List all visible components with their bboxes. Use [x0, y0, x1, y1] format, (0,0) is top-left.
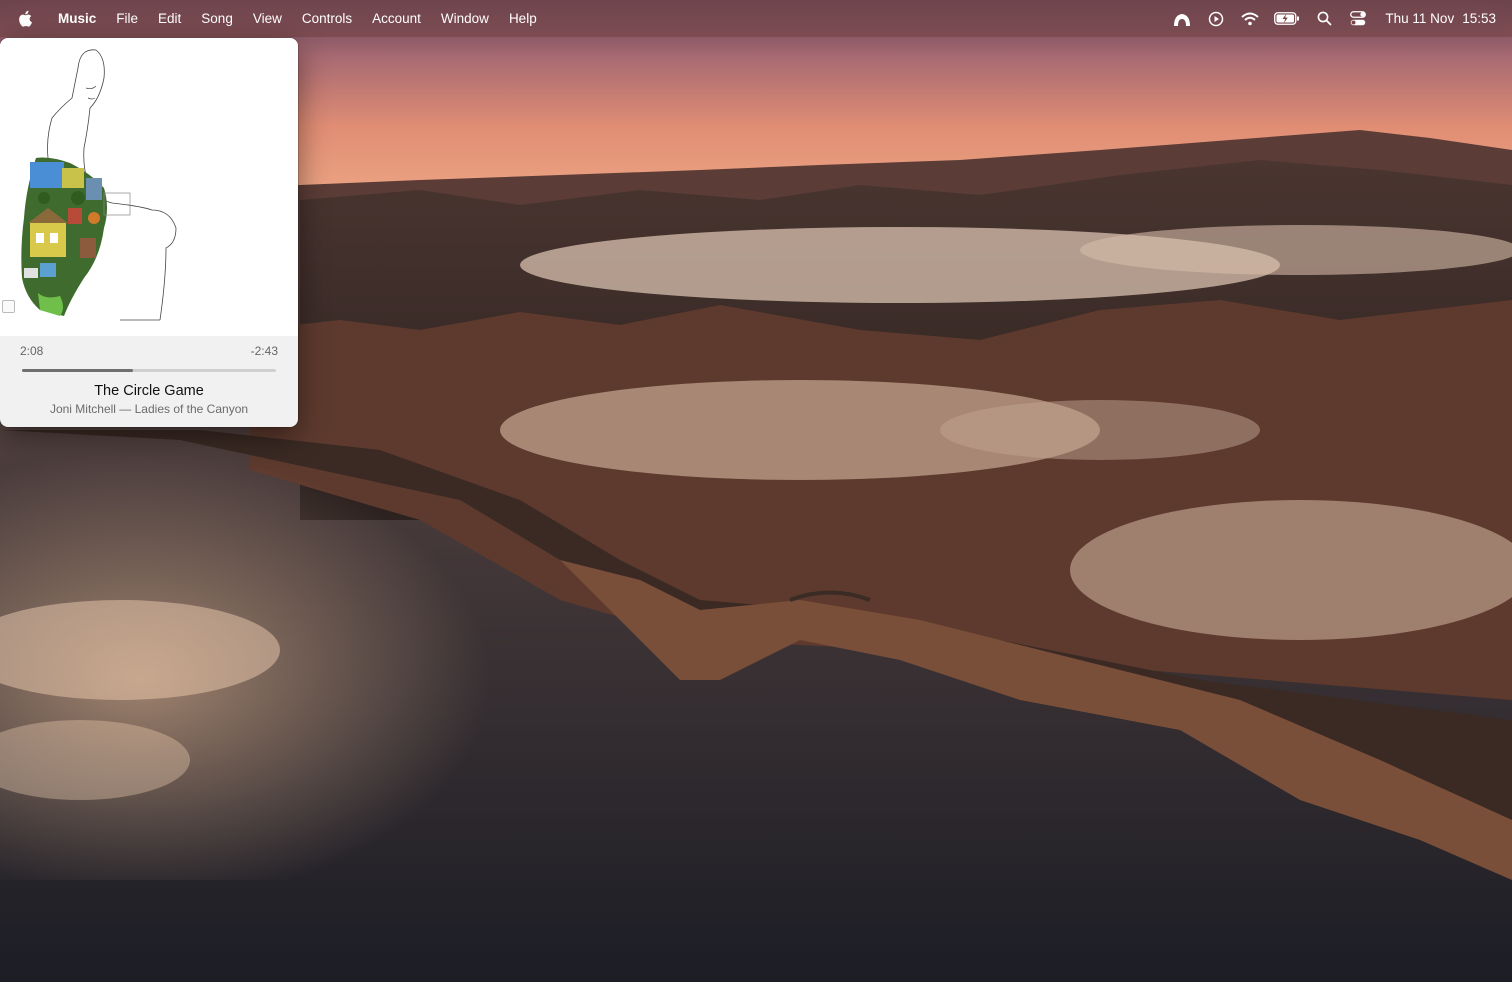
- menu-view[interactable]: View: [243, 0, 292, 37]
- album-artwork[interactable]: [0, 38, 298, 336]
- remaining-time[interactable]: -2:43: [251, 344, 278, 358]
- track-title: The Circle Game: [94, 383, 204, 399]
- clock-date: Thu 11 Nov: [1385, 11, 1455, 26]
- play-circle-icon[interactable]: [1205, 9, 1227, 29]
- progress-fill: [22, 369, 133, 372]
- control-center-icon[interactable]: [1347, 9, 1369, 29]
- menubar-clock[interactable]: Thu 11 Nov 15:53: [1385, 11, 1496, 26]
- track-artist-album: Joni Mitchell — Ladies of the Canyon: [49, 402, 249, 416]
- playback-controls: 2:08 -2:43 The Circle Game Joni Mitchell…: [0, 336, 298, 427]
- apple-logo-icon[interactable]: [18, 10, 34, 28]
- search-icon[interactable]: [1313, 9, 1335, 29]
- menu-controls[interactable]: Controls: [292, 0, 362, 37]
- wifi-icon[interactable]: [1239, 9, 1261, 29]
- elapsed-time: 2:08: [20, 344, 44, 358]
- menu-app-name[interactable]: Music: [48, 0, 106, 37]
- menu-help[interactable]: Help: [499, 0, 547, 37]
- menu-account[interactable]: Account: [362, 0, 431, 37]
- music-mini-player[interactable]: 2:08 -2:43 The Circle Game Joni Mitchell…: [0, 38, 298, 427]
- menu-edit[interactable]: Edit: [148, 0, 191, 37]
- menu-song[interactable]: Song: [191, 0, 243, 37]
- menu-file[interactable]: File: [106, 0, 148, 37]
- progress-slider[interactable]: [22, 369, 276, 372]
- menu-bar: Music File Edit Song View Controls Accou…: [0, 0, 1512, 37]
- lyrics-badge-icon[interactable]: [2, 300, 15, 313]
- clock-time: 15:53: [1462, 11, 1496, 26]
- menu-window[interactable]: Window: [431, 0, 499, 37]
- battery-charging-icon[interactable]: [1273, 9, 1301, 29]
- cloud-app-icon[interactable]: [1171, 9, 1193, 29]
